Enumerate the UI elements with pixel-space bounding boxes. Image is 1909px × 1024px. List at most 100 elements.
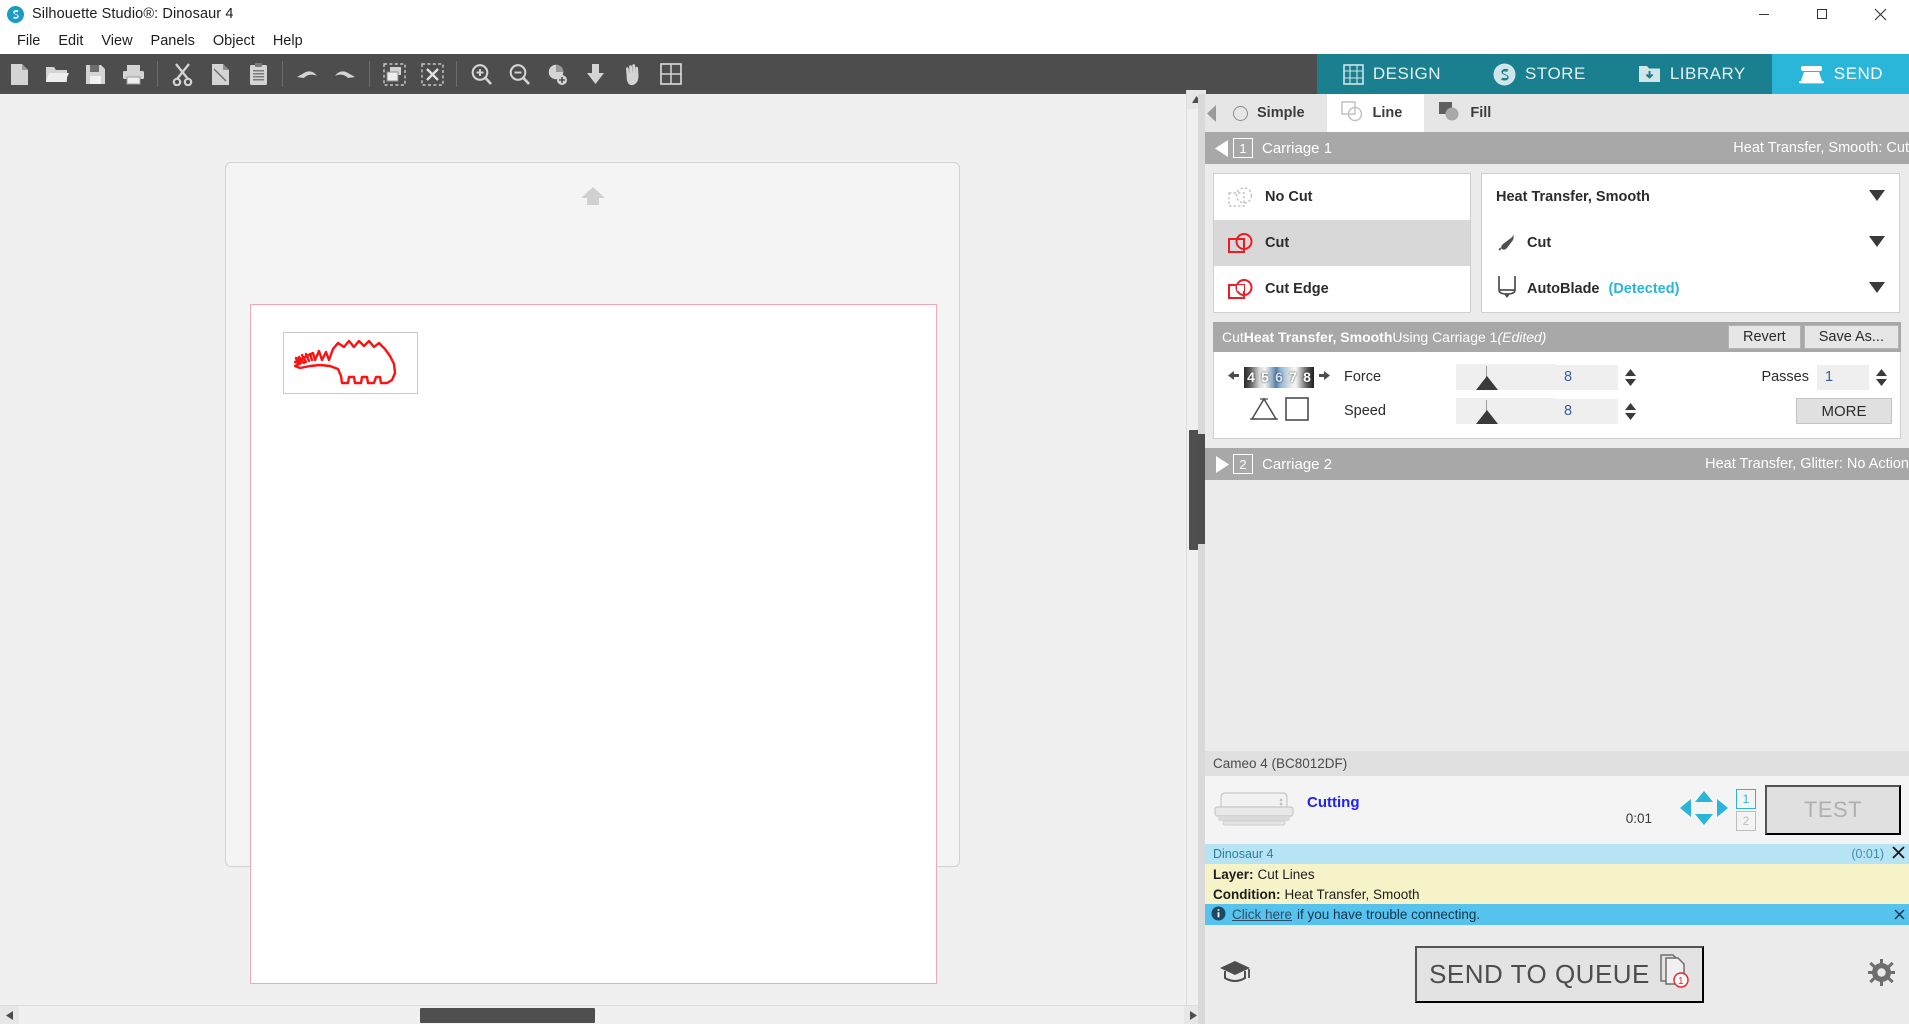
chevron-down-icon[interactable] — [1869, 189, 1885, 205]
menu-file[interactable]: File — [8, 31, 49, 51]
design-canvas[interactable] — [0, 94, 1203, 1024]
carriage-2-summary: Heat Transfer, Glitter: No Action — [1705, 456, 1909, 472]
zoom-in-icon[interactable] — [462, 54, 500, 94]
speed-slider-knob[interactable] — [1476, 410, 1498, 424]
toolbar-divider — [456, 61, 457, 87]
maximize-button[interactable] — [1793, 0, 1851, 28]
tab-store[interactable]: STORE — [1467, 54, 1612, 94]
tab-simple[interactable]: Simple — [1219, 94, 1327, 132]
open-folder-icon[interactable] — [38, 54, 76, 94]
carriage-2-header[interactable]: 2 Carriage 2 Heat Transfer, Glitter: No … — [1205, 448, 1909, 480]
carriage-1-summary: Heat Transfer, Smooth: Cut — [1733, 140, 1909, 156]
tab-design[interactable]: DESIGN — [1316, 54, 1468, 94]
close-icon[interactable] — [1892, 846, 1905, 862]
panel-tab-bar: Simple Line Fill — [1205, 94, 1909, 132]
notice-text: if you have trouble connecting. — [1297, 907, 1481, 922]
pan-hand-icon[interactable] — [614, 54, 652, 94]
panel-grip[interactable] — [1198, 434, 1205, 544]
autoblade-icon — [1496, 275, 1518, 303]
folder-download-icon — [1638, 64, 1661, 84]
panel-collapse-icon[interactable] — [1205, 94, 1219, 132]
menu-view[interactable]: View — [92, 31, 141, 51]
grid-icon — [1343, 63, 1364, 85]
panel-resize-handle[interactable] — [1198, 94, 1205, 1024]
job-condition-value: Heat Transfer, Smooth — [1284, 886, 1420, 902]
tool-dropdown[interactable]: AutoBlade (Detected) — [1482, 266, 1899, 312]
menu-object[interactable]: Object — [204, 31, 264, 51]
more-button[interactable]: MORE — [1796, 398, 1892, 424]
zoom-out-icon[interactable] — [500, 54, 538, 94]
carriage-chip-2[interactable]: 2 — [1736, 811, 1756, 831]
tab-line[interactable]: Line — [1326, 94, 1425, 132]
menu-panels[interactable]: Panels — [142, 31, 204, 51]
close-icon[interactable] — [1894, 907, 1905, 923]
gear-icon[interactable] — [1868, 958, 1895, 991]
horizontal-scrollbar[interactable] — [0, 1005, 1203, 1024]
job-panel: Dinosaur 4 (0:01) Layer: Cut Lines Condi… — [1205, 844, 1909, 904]
tab-send[interactable]: SEND — [1771, 54, 1909, 94]
save-as-button[interactable]: Save As... — [1803, 325, 1899, 349]
material-dropdown[interactable]: Heat Transfer, Smooth — [1482, 174, 1899, 220]
redo-icon[interactable] — [326, 54, 364, 94]
cut-scissors-icon[interactable] — [163, 54, 201, 94]
horizontal-scroll-thumb[interactable] — [420, 1008, 595, 1023]
speed-value[interactable]: 8 — [1556, 398, 1618, 424]
force-value[interactable]: 8 — [1556, 364, 1618, 390]
stegosaurus-dinosaur-shape[interactable] — [283, 332, 418, 394]
cut-mode-cut[interactable]: Cut — [1214, 220, 1470, 266]
test-button[interactable]: TEST — [1765, 785, 1901, 835]
triangle-left-icon[interactable] — [1211, 139, 1233, 157]
chevron-down-icon[interactable] — [1869, 281, 1885, 297]
carriage-1-header[interactable]: 1 Carriage 1 Heat Transfer, Smooth: Cut — [1205, 132, 1909, 164]
minimize-button[interactable] — [1735, 0, 1793, 28]
tab-library[interactable]: LIBRARY — [1611, 54, 1772, 94]
job-condition-row: Condition: Heat Transfer, Smooth — [1213, 884, 1909, 904]
paste-clipboard-icon[interactable] — [239, 54, 277, 94]
undo-icon[interactable] — [288, 54, 326, 94]
speed-slider[interactable] — [1456, 398, 1556, 424]
blade-tip-icon — [1496, 230, 1518, 256]
triangle-right-icon[interactable] — [1211, 455, 1233, 473]
force-stepper[interactable] — [1621, 368, 1639, 386]
chevron-down-icon[interactable] — [1869, 235, 1885, 251]
blade-cone-icon — [1249, 396, 1279, 427]
action-dropdown[interactable]: Cut — [1482, 220, 1899, 266]
cut-mode-no-cut[interactable]: No Cut — [1214, 174, 1470, 220]
deselect-all-icon[interactable] — [413, 54, 451, 94]
print-icon[interactable] — [114, 54, 152, 94]
show-grid-icon[interactable] — [652, 54, 690, 94]
cameo-machine-icon — [1213, 787, 1295, 834]
menu-edit[interactable]: Edit — [49, 31, 92, 51]
blade-depth-tick: 7 — [1289, 369, 1297, 385]
carriage-chip-1[interactable]: 1 — [1736, 789, 1756, 809]
tab-fill[interactable]: Fill — [1424, 94, 1513, 132]
blade-depth-strip[interactable]: 4 5 6 7 8 — [1244, 366, 1314, 388]
force-slider[interactable] — [1456, 364, 1556, 390]
cut-mode-no-cut-label: No Cut — [1265, 189, 1313, 205]
graduation-cap-icon[interactable] — [1219, 959, 1251, 991]
cut-mode-cut-edge[interactable]: Cut Edge — [1214, 266, 1470, 312]
fit-to-window-icon[interactable] — [576, 54, 614, 94]
troubleshoot-link[interactable]: Click here — [1232, 907, 1292, 922]
arrow-right-icon[interactable] — [1319, 368, 1330, 386]
copy-icon[interactable] — [201, 54, 239, 94]
scroll-left-button[interactable] — [0, 1006, 19, 1024]
blade-depth-control[interactable]: 4 5 6 7 8 — [1214, 366, 1344, 388]
select-all-icon[interactable] — [375, 54, 413, 94]
send-to-queue-label: SEND TO QUEUE — [1429, 959, 1650, 989]
passes-value[interactable]: 1 — [1817, 364, 1869, 390]
force-slider-knob[interactable] — [1476, 376, 1498, 390]
speed-stepper[interactable] — [1621, 402, 1639, 420]
material-settings: Heat Transfer, Smooth Cut AutoBlade (Det… — [1481, 173, 1900, 313]
passes-stepper[interactable] — [1872, 368, 1890, 386]
new-document-icon[interactable] — [0, 54, 38, 94]
send-to-queue-button[interactable]: SEND TO QUEUE 1 — [1415, 946, 1704, 1003]
carriage-selector[interactable]: 1 2 — [1736, 789, 1756, 831]
revert-button[interactable]: Revert — [1727, 325, 1801, 349]
menu-help[interactable]: Help — [264, 31, 312, 51]
dpad-arrows-icon[interactable] — [1680, 790, 1728, 830]
close-button[interactable] — [1851, 0, 1909, 28]
arrow-left-icon[interactable] — [1228, 368, 1239, 386]
zoom-selection-icon[interactable] — [538, 54, 576, 94]
save-icon[interactable] — [76, 54, 114, 94]
